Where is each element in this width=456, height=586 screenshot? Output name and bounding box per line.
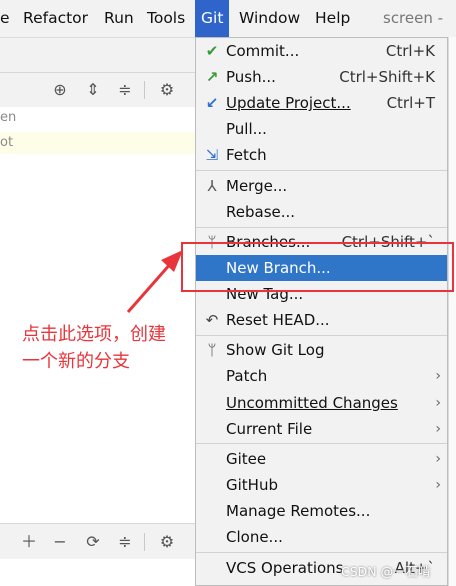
annotation-arrow — [126, 250, 183, 313]
watermark: CSDN @一石啃 — [341, 564, 431, 579]
annotation-text-line2: 一个新的分支 — [22, 351, 130, 372]
annotation-text-line1: 点击此选项，创建 — [22, 324, 166, 345]
